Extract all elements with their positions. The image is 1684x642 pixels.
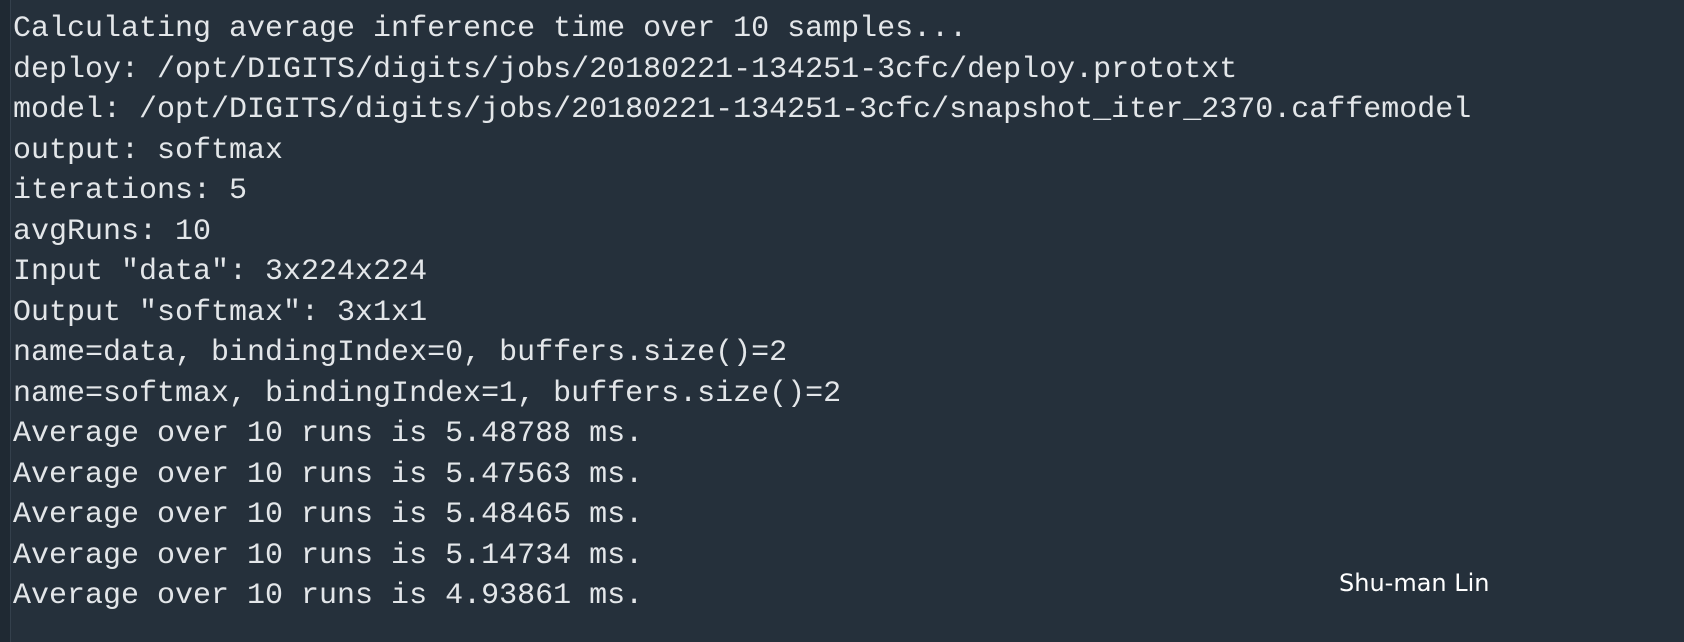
terminal-window[interactable]: Calculating average inference time over … — [0, 0, 1684, 642]
output-line-input: Input "data": 3x224x224 — [13, 255, 428, 289]
output-line-iterations: iterations: 5 — [13, 174, 248, 208]
output-line-output-shape: Output "softmax": 3x1x1 — [13, 295, 428, 330]
output-line-average-5: Average over 10 runs is 4.93861 ms. — [13, 579, 644, 613]
output-line-average-3: Average over 10 runs is 5.48465 ms. — [13, 498, 644, 532]
output-line-avgruns: avgRuns: 10 — [13, 214, 212, 249]
output-line-binding-data: name=data, bindingIndex=0, buffers.size(… — [13, 336, 788, 370]
output-line-binding-softmax: name=softmax, bindingIndex=1, buffers.si… — [13, 376, 842, 411]
output-line-calculating: Calculating average inference time over … — [13, 12, 968, 46]
output-line-average-2: Average over 10 runs is 5.47563 ms. — [13, 457, 644, 492]
output-line-average-1: Average over 10 runs is 5.48788 ms. — [13, 417, 644, 451]
terminal-output: Calculating average inference time over … — [13, 9, 1471, 617]
output-line-deploy: deploy: /opt/DIGITS/digits/jobs/20180221… — [13, 52, 1238, 87]
output-line-average-4: Average over 10 runs is 5.14734 ms. — [13, 538, 644, 573]
output-line-model: model: /opt/DIGITS/digits/jobs/20180221-… — [13, 93, 1472, 127]
terminal-left-gutter — [0, 0, 11, 642]
output-line-output: output: softmax — [13, 133, 284, 168]
author-watermark: Shu-man Lin — [1339, 569, 1490, 597]
